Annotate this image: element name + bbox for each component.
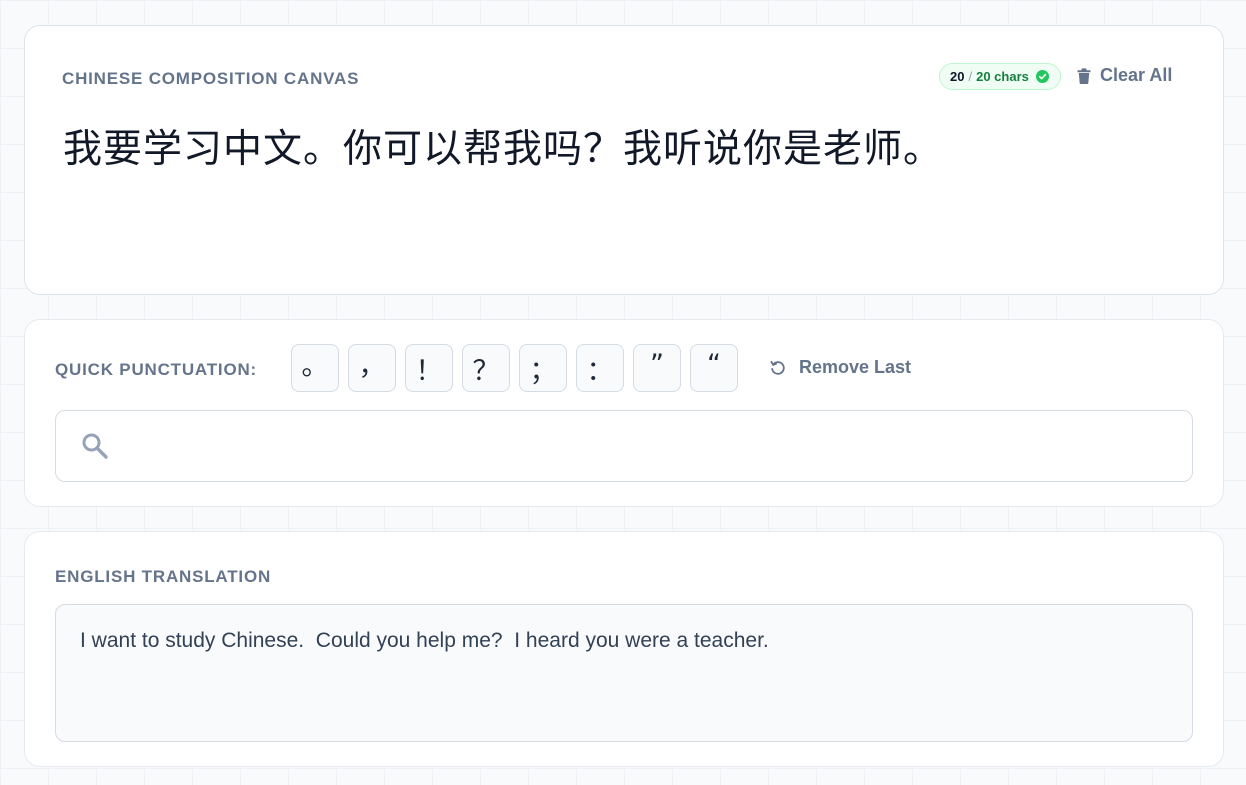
clear-all-button[interactable]: Clear All <box>1077 65 1172 86</box>
search-box[interactable] <box>55 410 1193 482</box>
clear-all-label: Clear All <box>1100 65 1173 85</box>
punct-key-question[interactable]: ？ <box>462 344 510 392</box>
char-limit: 20 chars <box>976 69 1029 84</box>
char-count-separator: / <box>968 69 973 84</box>
punct-key-close-quote[interactable]: ” <box>633 344 681 392</box>
char-count: 20 <box>950 69 965 84</box>
search-input[interactable] <box>126 411 1176 481</box>
punctuation-keys: 。 ， ！ ？ ； ： ” “ <box>291 344 738 392</box>
trash-icon <box>1077 67 1091 84</box>
punct-key-exclamation[interactable]: ！ <box>405 344 453 392</box>
translation-text: I want to study Chinese. Could you help … <box>80 629 769 652</box>
punct-key-semicolon[interactable]: ； <box>519 344 567 392</box>
punctuation-title: QUICK PUNCTUATION: <box>55 360 258 379</box>
punct-key-open-quote[interactable]: “ <box>690 344 738 392</box>
punct-key-comma[interactable]: ， <box>348 344 396 392</box>
composition-canvas-card: CHINESE COMPOSITION CANVAS 20 / 20 chars… <box>24 25 1224 295</box>
canvas-title: CHINESE COMPOSITION CANVAS <box>62 69 360 88</box>
punct-key-colon[interactable]: ： <box>576 344 624 392</box>
translation-title: ENGLISH TRANSLATION <box>55 567 272 586</box>
composition-text[interactable]: 我要学习中文。你可以帮我吗？我听说你是老师。 <box>63 118 943 174</box>
translation-box: I want to study Chinese. Could you help … <box>55 604 1193 742</box>
remove-last-label: Remove Last <box>799 357 912 377</box>
punct-key-period[interactable]: 。 <box>291 344 339 392</box>
search-icon <box>80 431 110 461</box>
remove-last-button[interactable]: Remove Last <box>769 357 911 378</box>
punctuation-card: QUICK PUNCTUATION: 。 ， ！ ？ ； ： ” “ Remov… <box>24 319 1224 507</box>
char-count-badge: 20 / 20 chars <box>939 63 1061 90</box>
undo-icon <box>769 359 787 377</box>
check-circle-icon <box>1035 70 1049 83</box>
translation-card: ENGLISH TRANSLATION I want to study Chin… <box>24 531 1224 767</box>
